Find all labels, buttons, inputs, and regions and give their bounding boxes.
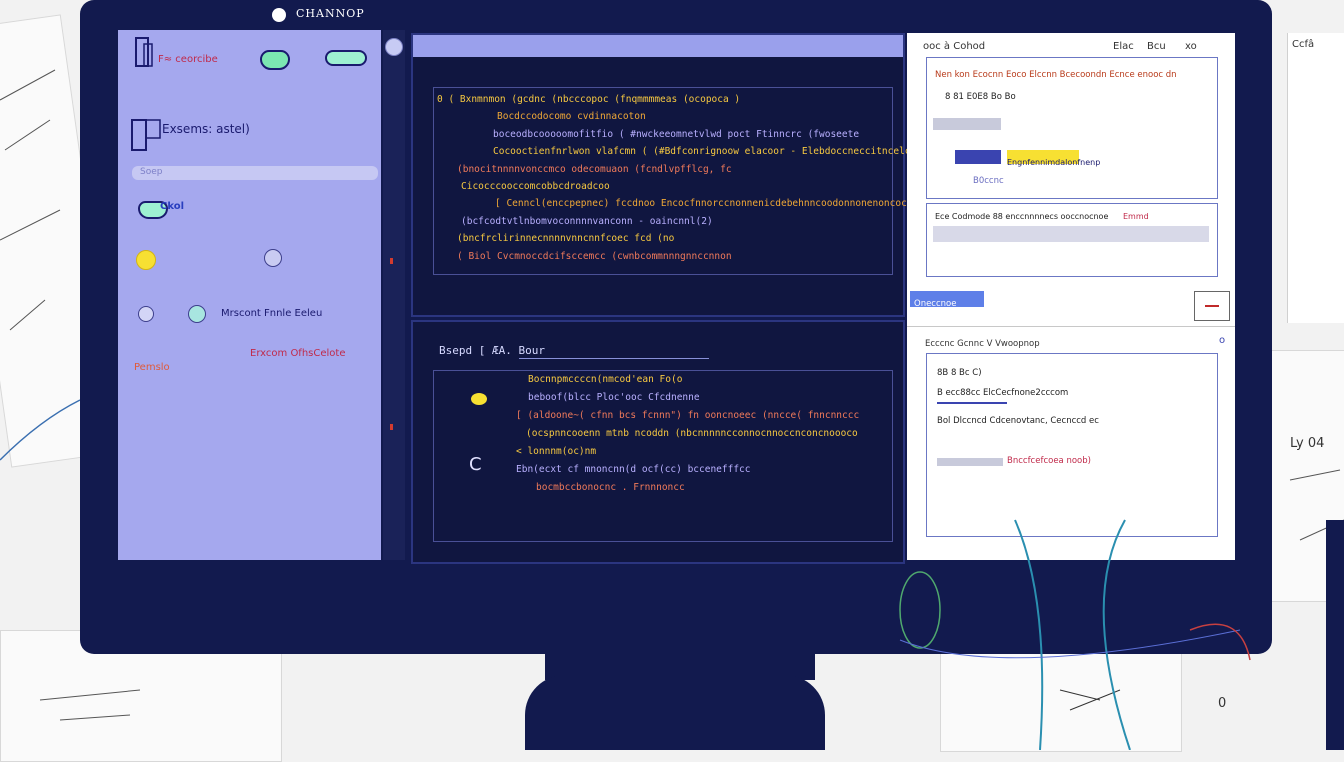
cable-wires [899, 519, 1251, 750]
